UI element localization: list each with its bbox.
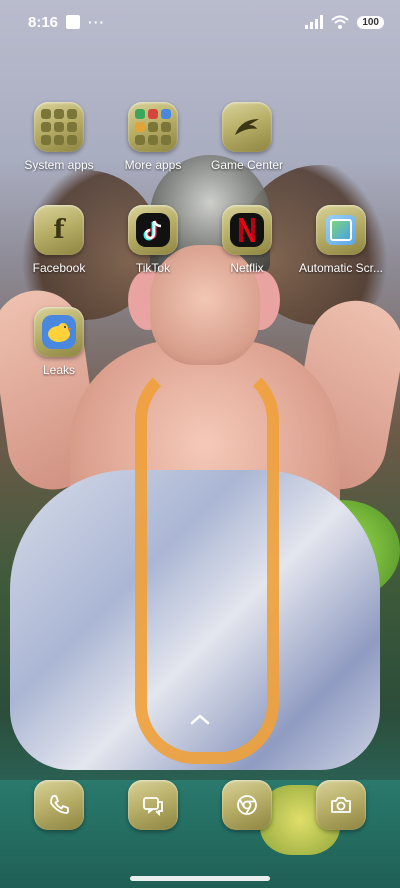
dock-messages[interactable] [128, 780, 178, 830]
netflix-icon[interactable] [222, 205, 272, 255]
app-automatic-screen[interactable]: Automatic Scr... [296, 205, 386, 275]
app-system-apps[interactable]: System apps [14, 102, 104, 172]
app-leaks[interactable]: Leaks [14, 307, 104, 377]
browser-icon[interactable] [235, 793, 259, 817]
facebook-icon[interactable]: f [34, 205, 84, 255]
clock: 8:16 [28, 13, 59, 31]
app-label: More apps [124, 158, 182, 172]
app-facebook[interactable]: f Facebook [14, 205, 104, 275]
automatic-screen-icon[interactable] [316, 205, 366, 255]
app-label: System apps [24, 158, 94, 172]
status-bar-left: 8:16 ··· [28, 14, 105, 31]
status-bar-right: 100 [305, 15, 384, 29]
folder-icon[interactable] [34, 102, 84, 152]
wallpaper-garland [135, 360, 279, 764]
app-label: Automatic Scr... [298, 261, 384, 275]
messages-icon[interactable] [141, 793, 165, 817]
tiktok-icon[interactable] [128, 205, 178, 255]
more-notifications-icon: ··· [88, 14, 106, 30]
app-game-center[interactable]: Game Center [202, 102, 292, 172]
app-more-apps[interactable]: More apps [108, 102, 198, 172]
phone-icon[interactable] [47, 793, 71, 817]
app-label: Game Center [210, 158, 284, 172]
battery-indicator: 100 [357, 15, 384, 29]
folder-icon[interactable] [128, 102, 178, 152]
game-center-icon[interactable] [222, 102, 272, 152]
camera-icon[interactable] [329, 793, 353, 817]
notification-square-icon [66, 15, 81, 29]
app-netflix[interactable]: Netflix [202, 205, 292, 275]
dock-phone[interactable] [34, 780, 84, 830]
signal-icon [305, 15, 324, 29]
app-label: TikTok [135, 261, 171, 275]
status-bar: 8:16 ··· 100 [0, 0, 400, 44]
home-indicator[interactable] [130, 876, 270, 881]
dock-camera[interactable] [316, 780, 366, 830]
dock-browser[interactable] [222, 780, 272, 830]
app-label: Leaks [42, 363, 76, 377]
wifi-icon [331, 15, 349, 29]
app-tiktok[interactable]: TikTok [108, 205, 198, 275]
app-label: Netflix [230, 261, 264, 275]
app-label: Facebook [32, 261, 86, 275]
chevron-up-icon[interactable] [190, 713, 210, 725]
leaks-icon[interactable] [34, 307, 84, 357]
